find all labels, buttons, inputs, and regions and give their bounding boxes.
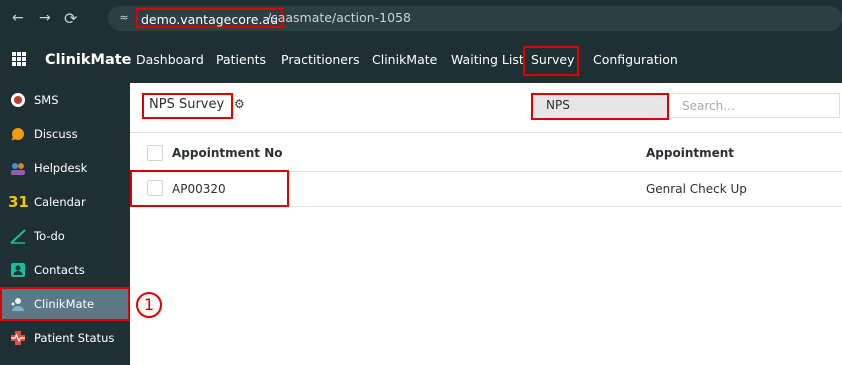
sidebar-item-label: Contacts [34, 263, 85, 277]
menu-waiting-list[interactable]: Waiting List [451, 50, 524, 70]
contacts-icon [11, 263, 25, 277]
patient-status-icon [11, 331, 25, 345]
sidebar-item-clinikmate[interactable]: ClinikMate [0, 287, 130, 321]
discuss-icon [11, 128, 24, 141]
sidebar-item-label: Patient Status [34, 331, 115, 345]
sidebar-item-todo[interactable]: To-do [0, 219, 130, 253]
sidebar-item-label: Calendar [34, 195, 86, 209]
sidebar-item-helpdesk[interactable]: Helpdesk [0, 151, 130, 185]
menu-dashboard[interactable]: Dashboard [136, 50, 204, 70]
select-all-checkbox[interactable] [147, 145, 163, 161]
page-title: NPS Survey [149, 97, 225, 112]
menu-configuration[interactable]: Configuration [593, 50, 678, 70]
app-brand[interactable]: ClinikMate [45, 50, 132, 70]
helpdesk-icon [11, 163, 25, 175]
sidebar-item-label: Helpdesk [34, 161, 88, 175]
survey-highlight-box [523, 46, 579, 76]
todo-icon [10, 229, 26, 244]
sidebar-item-calendar[interactable]: 31 Calendar [0, 185, 130, 219]
calendar-icon: 31 [8, 193, 29, 211]
sidebar-item-discuss[interactable]: Discuss [0, 117, 130, 151]
row-highlight-box [130, 170, 289, 207]
url-path[interactable]: /saasmate/action-1058 [267, 8, 411, 28]
menu-practitioners[interactable]: Practitioners [281, 50, 360, 70]
url-host[interactable]: demo.vantagecore.au [136, 8, 283, 28]
clinikmate-icon [11, 298, 24, 311]
back-icon[interactable]: ← [12, 0, 24, 37]
search-input[interactable] [672, 93, 840, 118]
step-1-marker: 1 [136, 292, 162, 318]
sidebar-item-contacts[interactable]: Contacts [0, 253, 130, 287]
menu-patients[interactable]: Patients [216, 50, 266, 70]
sidebar-item-label: SMS [34, 93, 59, 107]
reload-icon[interactable]: ⟳ [64, 0, 77, 37]
apps-grid-icon[interactable] [12, 52, 26, 66]
sidebar-item-label: Discuss [34, 127, 78, 141]
column-header-appointment[interactable]: Appointment [646, 145, 734, 161]
site-info-icon[interactable]: ≈ [116, 10, 132, 26]
cell-appointment[interactable]: Genral Check Up [646, 181, 747, 197]
menu-clinikmate[interactable]: ClinikMate [372, 50, 437, 70]
forward-icon[interactable]: → [39, 0, 51, 37]
column-header-appointment-no[interactable]: Appointment No [172, 145, 283, 161]
sidebar-item-patient-status[interactable]: Patient Status [0, 321, 130, 355]
sms-icon [11, 93, 25, 107]
sidebar-item-label: To-do [34, 229, 65, 243]
gear-icon[interactable]: ⚙ [234, 96, 245, 112]
search-facet-label: NPS [546, 98, 570, 112]
sidebar-item-label: ClinikMate [34, 297, 95, 311]
sidebar-item-sms[interactable]: SMS [0, 83, 130, 117]
